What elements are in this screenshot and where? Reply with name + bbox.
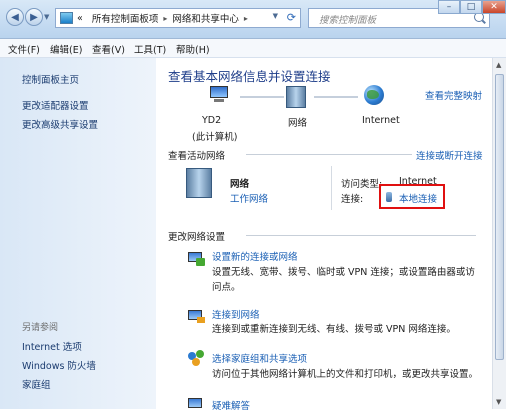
main-panel: 查看基本网络信息并设置连接 查看完整映射 YD2 (此计算机) 网络 Inter… bbox=[156, 58, 492, 412]
sidebar-item-home[interactable]: 控制面板主页 bbox=[22, 72, 79, 86]
menu-edit[interactable]: 编辑(E) bbox=[50, 42, 82, 56]
scroll-up-icon[interactable]: ▲ bbox=[496, 61, 501, 69]
address-bar[interactable]: « 所有控制面板项 ▸ 网络和共享中心 ▸ ▼ ⟳ bbox=[55, 8, 301, 28]
breadcrumb-network-center[interactable]: 网络和共享中心 bbox=[172, 11, 239, 25]
sidebar-item-sharing[interactable]: 更改高级共享设置 bbox=[22, 117, 98, 131]
sidebar-item-firewall[interactable]: Windows 防火墙 bbox=[22, 358, 96, 372]
address-dropdown-icon[interactable]: ▼ bbox=[273, 12, 278, 20]
refresh-icon[interactable]: ⟳ bbox=[287, 11, 296, 24]
menu-bar: 文件(F) 编辑(E) 查看(V) 工具(T) 帮助(H) bbox=[0, 39, 506, 58]
network-icon bbox=[286, 86, 308, 108]
homegroup-icon bbox=[188, 350, 206, 366]
scrollbar-thumb[interactable] bbox=[495, 74, 504, 360]
menu-tools[interactable]: 工具(T) bbox=[134, 42, 166, 56]
homegroup-sharing-link[interactable]: 选择家庭组和共享选项 bbox=[212, 351, 307, 365]
highlight-box bbox=[379, 184, 445, 209]
connection-label: 连接: bbox=[341, 194, 364, 205]
active-network-name: 网络 bbox=[230, 179, 250, 190]
forward-arrow-icon[interactable]: ▶ bbox=[25, 8, 43, 26]
map-internet-label: Internet bbox=[362, 115, 400, 126]
menu-file[interactable]: 文件(F) bbox=[8, 42, 40, 56]
change-settings-heading: 更改网络设置 bbox=[168, 232, 226, 243]
map-network-label: 网络 bbox=[288, 118, 308, 129]
minimize-icon[interactable]: – bbox=[438, 0, 460, 14]
window-controls: – □ ✕ bbox=[406, 0, 506, 20]
setup-new-connection-desc: 设置无线、宽带、拨号、临时或 VPN 连接；或设置路由器或访问点。 bbox=[212, 267, 475, 293]
back-arrow-icon[interactable]: ◀ bbox=[6, 8, 24, 26]
connect-to-network-link[interactable]: 连接到网络 bbox=[212, 307, 260, 321]
connect-network-icon bbox=[188, 308, 206, 324]
chevron-right-icon[interactable]: ▸ bbox=[163, 14, 167, 23]
active-networks-heading: 查看活动网络 bbox=[168, 151, 226, 162]
menu-help[interactable]: 帮助(H) bbox=[176, 42, 210, 56]
control-panel-icon bbox=[60, 12, 73, 24]
close-icon[interactable]: ✕ bbox=[482, 0, 506, 14]
title-bar: ◀ ▶ ▼ « 所有控制面板项 ▸ 网络和共享中心 ▸ ▼ ⟳ 搜索控制面板 –… bbox=[0, 0, 506, 39]
network-bench-icon bbox=[186, 168, 214, 198]
access-type-label: 访问类型: bbox=[341, 179, 383, 190]
divider bbox=[246, 235, 476, 236]
breadcrumb-root[interactable]: « bbox=[77, 13, 83, 24]
computer-name: YD2 bbox=[202, 115, 222, 126]
divider bbox=[246, 154, 412, 155]
full-map-link[interactable]: 查看完整映射 bbox=[425, 88, 482, 102]
search-placeholder: 搜索控制面板 bbox=[319, 15, 377, 26]
map-connector bbox=[240, 96, 284, 98]
chevron-right-icon[interactable]: ▸ bbox=[244, 14, 248, 23]
sidebar: 控制面板主页 更改适配器设置 更改高级共享设置 另请参阅 Internet 选项… bbox=[0, 58, 156, 409]
maximize-icon[interactable]: □ bbox=[460, 0, 482, 14]
breadcrumb-all-items[interactable]: 所有控制面板项 bbox=[92, 11, 159, 25]
sidebar-item-internet-options[interactable]: Internet 选项 bbox=[22, 339, 82, 353]
globe-icon bbox=[364, 85, 384, 105]
computer-note: (此计算机) bbox=[192, 132, 238, 143]
troubleshoot-icon bbox=[188, 396, 206, 412]
vertical-scrollbar[interactable]: ▲ ▼ bbox=[492, 58, 506, 409]
page-title: 查看基本网络信息并设置连接 bbox=[168, 69, 331, 84]
connect-to-network-desc: 连接到或重新连接到无线、有线、拨号或 VPN 网络连接。 bbox=[212, 324, 456, 335]
new-connection-icon bbox=[188, 250, 206, 266]
homegroup-sharing-desc: 访问位于其他网络计算机上的文件和打印机，或更改共享设置。 bbox=[212, 369, 479, 380]
network-type-link[interactable]: 工作网络 bbox=[230, 191, 268, 205]
connect-disconnect-link[interactable]: 连接或断开连接 bbox=[416, 148, 483, 162]
setup-new-connection-link[interactable]: 设置新的连接或网络 bbox=[212, 249, 298, 263]
sidebar-item-homegroup[interactable]: 家庭组 bbox=[22, 377, 51, 391]
divider bbox=[331, 166, 332, 210]
history-dropdown-icon[interactable]: ▼ bbox=[44, 13, 52, 21]
menu-view[interactable]: 查看(V) bbox=[92, 42, 125, 56]
sidebar-item-adapter[interactable]: 更改适配器设置 bbox=[22, 98, 89, 112]
scroll-down-icon[interactable]: ▼ bbox=[496, 398, 501, 406]
see-also-heading: 另请参阅 bbox=[22, 323, 59, 333]
map-connector bbox=[314, 96, 358, 98]
troubleshoot-link[interactable]: 疑难解答 bbox=[212, 398, 250, 412]
computer-icon bbox=[208, 86, 230, 104]
